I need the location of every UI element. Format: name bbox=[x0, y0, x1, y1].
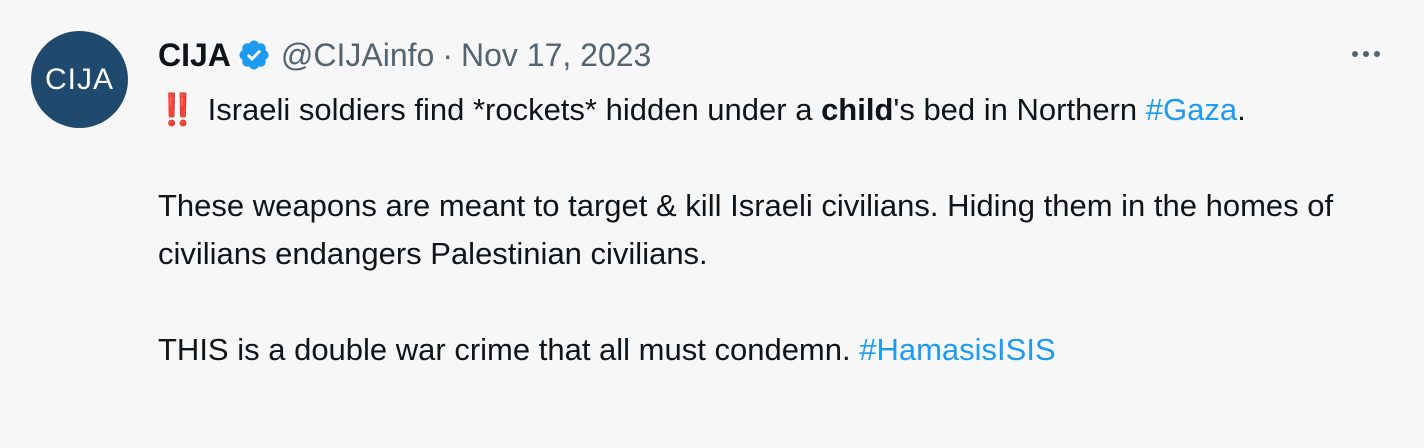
separator-dot: · bbox=[442, 36, 453, 73]
hashtag-link-gaza[interactable]: #Gaza bbox=[1146, 92, 1237, 127]
tweet-paragraph-1: ‼️ Israeli soldiers find *rockets* hidden… bbox=[158, 86, 1388, 134]
user-handle[interactable]: @CIJAinfo bbox=[281, 37, 434, 74]
tweet-paragraph-3: THIS is a double war crime that all must… bbox=[158, 326, 1388, 374]
display-name[interactable]: CIJA bbox=[158, 37, 231, 74]
verified-badge-icon[interactable] bbox=[237, 38, 271, 72]
tweet-text-segment: 's bed in Northern bbox=[893, 92, 1146, 127]
tweet-card[interactable]: CIJA CIJA @CIJAinfo · Nov 17, 2023 ‼️ Isr… bbox=[0, 0, 1424, 448]
avatar[interactable]: CIJA bbox=[31, 31, 128, 128]
double-exclamation-emoji: ‼️ bbox=[158, 92, 197, 127]
tweet-header: CIJA @CIJAinfo · Nov 17, 2023 bbox=[158, 33, 651, 77]
tweet-text-segment: THIS is a double war crime that all must… bbox=[158, 332, 860, 367]
avatar-logo-text: CIJA bbox=[44, 62, 114, 96]
hashtag-link-hamasisisis[interactable]: #HamasisISIS bbox=[859, 332, 1055, 367]
tweet-text-bold: child bbox=[821, 92, 894, 127]
more-dot bbox=[1352, 51, 1358, 57]
more-dot bbox=[1363, 51, 1369, 57]
tweet-text-segment: Israeli soldiers find *rockets* hidden u… bbox=[207, 92, 822, 127]
tweet-text-segment: . bbox=[1237, 92, 1246, 127]
more-dot bbox=[1374, 51, 1380, 57]
tweet-date[interactable]: Nov 17, 2023 bbox=[461, 37, 651, 74]
tweet-paragraph-2: These weapons are meant to target & kill… bbox=[158, 188, 1334, 271]
tweet-text: ‼️ Israeli soldiers find *rockets* hidden… bbox=[158, 86, 1388, 374]
more-horizontal-icon[interactable] bbox=[1344, 36, 1388, 72]
